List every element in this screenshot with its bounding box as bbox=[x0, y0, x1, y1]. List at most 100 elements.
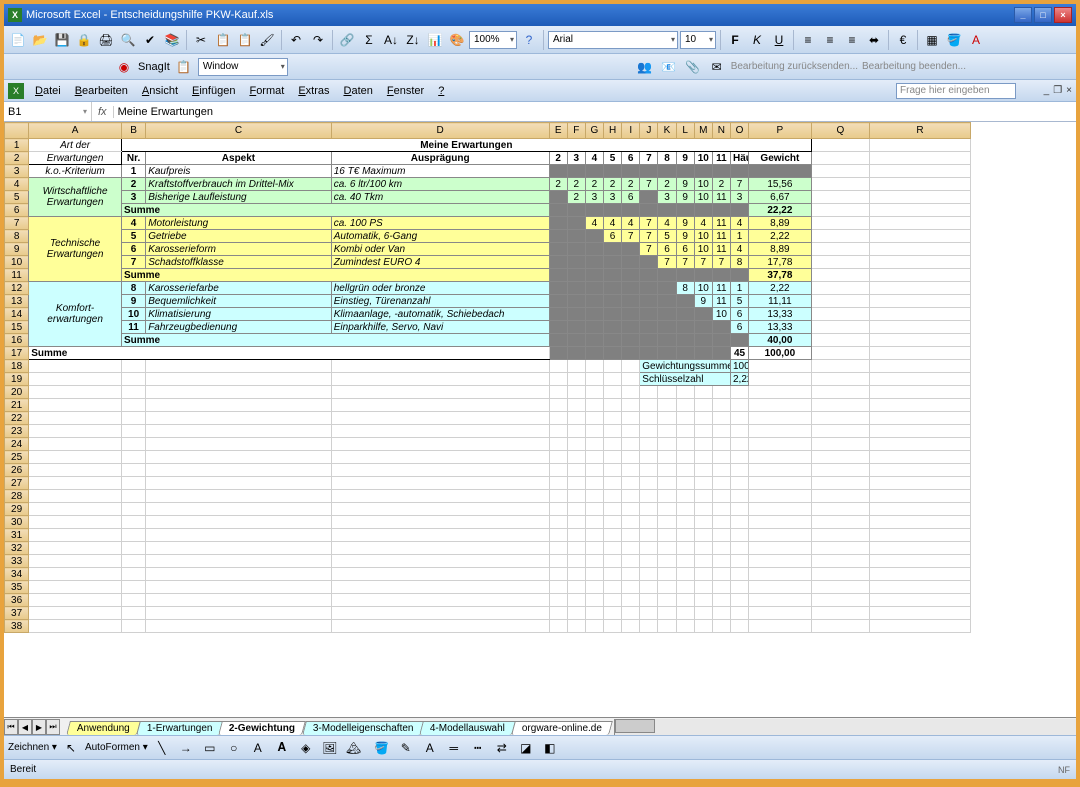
cell[interactable] bbox=[331, 451, 549, 464]
cell[interactable] bbox=[694, 412, 712, 425]
menu-fenster[interactable]: Fenster bbox=[380, 83, 431, 99]
cell[interactable] bbox=[121, 581, 145, 594]
cell[interactable] bbox=[811, 581, 869, 594]
cell[interactable]: 10 bbox=[694, 191, 712, 204]
cell[interactable]: 6 bbox=[622, 152, 640, 165]
col-header[interactable]: D bbox=[331, 123, 549, 139]
cell[interactable] bbox=[870, 438, 971, 451]
cell[interactable] bbox=[567, 620, 585, 633]
cell[interactable]: 11 bbox=[712, 230, 730, 243]
cell[interactable]: 6 bbox=[622, 191, 640, 204]
cell[interactable] bbox=[749, 438, 812, 451]
cell[interactable]: 6 bbox=[730, 321, 748, 334]
line-style-icon[interactable]: ═ bbox=[444, 738, 464, 758]
cell[interactable]: 6 bbox=[658, 243, 676, 256]
cell[interactable]: 7 bbox=[640, 152, 658, 165]
cell[interactable] bbox=[146, 438, 332, 451]
cell[interactable] bbox=[730, 334, 748, 347]
cell[interactable] bbox=[712, 425, 730, 438]
tab-nav-last[interactable]: ⏭ bbox=[46, 719, 60, 735]
cell[interactable] bbox=[331, 438, 549, 451]
cell[interactable] bbox=[811, 321, 869, 334]
cell[interactable] bbox=[676, 607, 694, 620]
shared-icon2[interactable]: 📧 bbox=[659, 57, 679, 77]
cell[interactable]: 11 bbox=[712, 191, 730, 204]
cell[interactable] bbox=[29, 555, 122, 568]
cell[interactable] bbox=[658, 581, 676, 594]
align-left-icon[interactable]: ≡ bbox=[798, 30, 818, 50]
cell[interactable]: hellgrün oder bronze bbox=[331, 282, 549, 295]
cell[interactable]: 7 bbox=[640, 243, 658, 256]
cell[interactable]: 6,67 bbox=[749, 191, 812, 204]
cell[interactable] bbox=[811, 594, 869, 607]
hyperlink-icon[interactable]: 🔗 bbox=[337, 30, 357, 50]
cell[interactable] bbox=[549, 386, 567, 399]
cell[interactable] bbox=[567, 490, 585, 503]
row-header[interactable]: 1 bbox=[5, 139, 29, 152]
cell[interactable] bbox=[640, 308, 658, 321]
workbook-restore[interactable]: ❐ bbox=[1053, 85, 1062, 96]
cell[interactable] bbox=[694, 581, 712, 594]
cell[interactable] bbox=[585, 243, 603, 256]
cell[interactable]: 10 bbox=[694, 282, 712, 295]
cut-icon[interactable]: ✂ bbox=[191, 30, 211, 50]
cell[interactable] bbox=[331, 620, 549, 633]
cell[interactable] bbox=[694, 464, 712, 477]
cell[interactable] bbox=[121, 542, 145, 555]
cell[interactable] bbox=[567, 360, 585, 373]
cell[interactable] bbox=[567, 282, 585, 295]
cell[interactable] bbox=[870, 464, 971, 477]
font-color-icon[interactable]: A bbox=[966, 30, 986, 50]
cell[interactable] bbox=[604, 256, 622, 269]
cell[interactable] bbox=[121, 360, 145, 373]
shared-icon3[interactable]: 📎 bbox=[683, 57, 703, 77]
cell[interactable] bbox=[622, 451, 640, 464]
row-header[interactable]: 31 bbox=[5, 529, 29, 542]
redo-icon[interactable]: ↷ bbox=[308, 30, 328, 50]
cell[interactable] bbox=[730, 516, 748, 529]
cell[interactable] bbox=[622, 347, 640, 360]
cell[interactable]: 100,00 bbox=[749, 347, 812, 360]
underline-button[interactable]: U bbox=[769, 30, 789, 50]
cell[interactable] bbox=[549, 191, 567, 204]
cell[interactable] bbox=[811, 282, 869, 295]
cell[interactable] bbox=[622, 256, 640, 269]
cell[interactable] bbox=[146, 594, 332, 607]
cell[interactable] bbox=[622, 503, 640, 516]
cell[interactable]: 6 bbox=[730, 308, 748, 321]
cell[interactable] bbox=[567, 594, 585, 607]
cell[interactable] bbox=[331, 373, 549, 386]
cell[interactable] bbox=[585, 321, 603, 334]
cell[interactable] bbox=[604, 399, 622, 412]
cell[interactable]: 7 bbox=[658, 256, 676, 269]
cell[interactable]: 4 bbox=[585, 217, 603, 230]
cell[interactable]: Summe bbox=[121, 269, 549, 282]
cell[interactable]: Nr. bbox=[121, 152, 145, 165]
cell[interactable]: Kraftstoffverbrauch im Drittel-Mix bbox=[146, 178, 332, 191]
undo-edit-label[interactable]: Bearbeitung zurücksenden... bbox=[731, 61, 858, 72]
cell[interactable]: 11 bbox=[712, 217, 730, 230]
cell[interactable] bbox=[811, 295, 869, 308]
cell[interactable] bbox=[870, 334, 971, 347]
spell-icon[interactable]: ✔ bbox=[140, 30, 160, 50]
cell[interactable] bbox=[749, 555, 812, 568]
wordart-icon[interactable]: 𝐀 bbox=[272, 738, 292, 758]
open-icon[interactable]: 📂 bbox=[30, 30, 50, 50]
cell[interactable] bbox=[694, 308, 712, 321]
cell[interactable]: 11 bbox=[121, 321, 145, 334]
cell[interactable] bbox=[676, 516, 694, 529]
cell[interactable]: 2,22 bbox=[749, 230, 812, 243]
cell[interactable] bbox=[640, 451, 658, 464]
cell[interactable] bbox=[29, 581, 122, 594]
cell[interactable] bbox=[811, 308, 869, 321]
cell[interactable] bbox=[549, 464, 567, 477]
row-header[interactable]: 23 bbox=[5, 425, 29, 438]
cell[interactable] bbox=[331, 568, 549, 581]
cell[interactable]: 6 bbox=[676, 243, 694, 256]
cell[interactable] bbox=[811, 542, 869, 555]
cell[interactable] bbox=[694, 269, 712, 282]
cell[interactable] bbox=[811, 529, 869, 542]
cell[interactable] bbox=[811, 256, 869, 269]
col-header[interactable]: N bbox=[712, 123, 730, 139]
cell[interactable] bbox=[549, 477, 567, 490]
